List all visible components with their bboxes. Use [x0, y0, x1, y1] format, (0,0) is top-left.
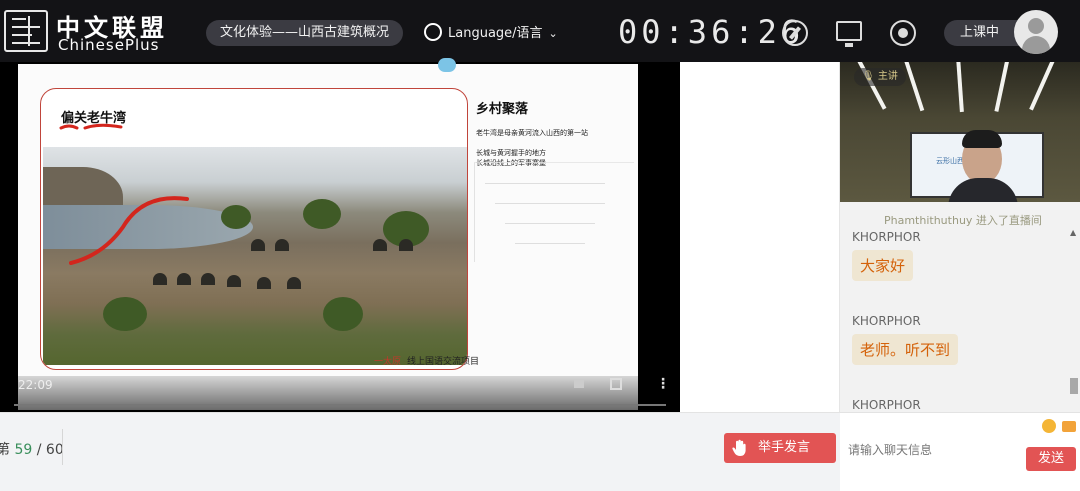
avatar[interactable] — [1014, 10, 1058, 54]
language-label: Language/语言 — [448, 26, 543, 41]
presentation-slide: 偏关老牛湾 乡村聚落 老牛湾是母亲黄河流入山西的第一站 长城与黄河握手的地方 长… — [18, 58, 638, 410]
annotation-stroke-icon — [69, 196, 189, 265]
chat-sender: KHORPHOR — [852, 314, 921, 328]
course-title: 文化体验——山西古建筑概况 — [206, 20, 404, 46]
chat-panel[interactable]: Phamthithuthuy 进入了直播间 KHORPHOR 大家好 KHORP… — [840, 202, 1080, 412]
raise-hand-label: 举手发言 — [758, 440, 811, 455]
scroll-up-icon[interactable]: ▲ — [1070, 228, 1076, 237]
compass-icon[interactable] — [782, 20, 808, 46]
hand-icon — [732, 439, 746, 456]
classroom-app: 中文联盟 ChinesePlus 文化体验——山西古建筑概况 Language/… — [0, 0, 1080, 491]
logo-english-text: ChinesePlus — [58, 36, 160, 54]
top-bar: 中文联盟 ChinesePlus 文化体验——山西古建筑概况 Language/… — [0, 0, 1080, 62]
more-icon[interactable]: ⋮ — [656, 376, 670, 392]
emoji-icon[interactable] — [1042, 419, 1056, 433]
target-icon[interactable] — [890, 20, 916, 46]
teacher-camera: 🎙 主讲 云形山西 — [840, 62, 1080, 202]
page-label: 第 — [0, 442, 10, 458]
slide-marker-icon — [438, 58, 456, 72]
photo-frame: 偏关老牛湾 — [40, 88, 468, 370]
video-stage[interactable]: 偏关老牛湾 乡村聚落 老牛湾是母亲黄河流入山西的第一站 长城与黄河握手的地方 长… — [0, 58, 680, 412]
fullscreen-icon[interactable] — [610, 378, 622, 390]
system-message: Phamthithuthuy 进入了直播间 — [884, 214, 1042, 227]
mic-indicator: 🎙 主讲 — [854, 68, 906, 86]
slide-caption: 一太原 线上国语交流项目 — [374, 354, 479, 367]
divider — [62, 429, 63, 465]
volume-icon[interactable] — [574, 380, 584, 388]
scroll-thumb[interactable] — [1070, 378, 1078, 394]
video-controls: 22:09 ⋮ — [0, 376, 680, 412]
chevron-down-icon: ⌄ — [548, 27, 558, 40]
chat-bubble: 大家好 — [852, 250, 914, 281]
monitor-icon[interactable] — [836, 21, 862, 47]
caption-red-text: 一太原 — [374, 357, 402, 367]
video-time: 22:09 — [18, 378, 53, 392]
bottom-bar: 第 59 / 60 举手发言 — [0, 412, 840, 491]
slide-heading: 乡村聚落 — [476, 102, 529, 117]
page-indicator: 第 59 / 60 — [0, 439, 64, 459]
chat-scrollbar[interactable]: ▲ — [1068, 222, 1078, 406]
chat-input[interactable]: 请输入聊天信息 — [848, 441, 932, 458]
caption-text: 线上国语交流项目 — [407, 357, 480, 367]
screen-label: 云形山西 — [936, 157, 964, 165]
folder-icon[interactable] — [1062, 421, 1076, 432]
language-selector[interactable]: Language/语言 ⌄ — [424, 22, 558, 46]
logo: 中文联盟 ChinesePlus — [4, 8, 184, 54]
mic-label: 主讲 — [877, 71, 898, 82]
logo-seal-icon — [4, 10, 48, 52]
video-progress-bar[interactable] — [14, 404, 666, 406]
chat-sender: KHORPHOR — [852, 230, 921, 244]
building-sketch — [474, 162, 634, 262]
raise-hand-button[interactable]: 举手发言 — [724, 433, 836, 463]
send-button[interactable]: 发送 — [1026, 447, 1076, 471]
village-photo — [43, 147, 467, 365]
teacher-hair — [962, 130, 1002, 148]
chat-input-area: 请输入聊天信息 发送 — [840, 412, 1080, 491]
slide-line-1: 老牛湾是母亲黄河流入山西的第一站 — [476, 129, 588, 137]
chat-sender: KHORPHOR — [852, 398, 921, 412]
page-separator: / — [32, 442, 46, 458]
class-timer: 00:36:26 — [618, 13, 805, 51]
title-underline-icon — [59, 123, 123, 130]
chat-bubble: 老师。听不到 — [852, 334, 959, 365]
blank-area — [680, 62, 840, 412]
page-current: 59 — [14, 442, 33, 458]
globe-icon — [424, 23, 442, 41]
